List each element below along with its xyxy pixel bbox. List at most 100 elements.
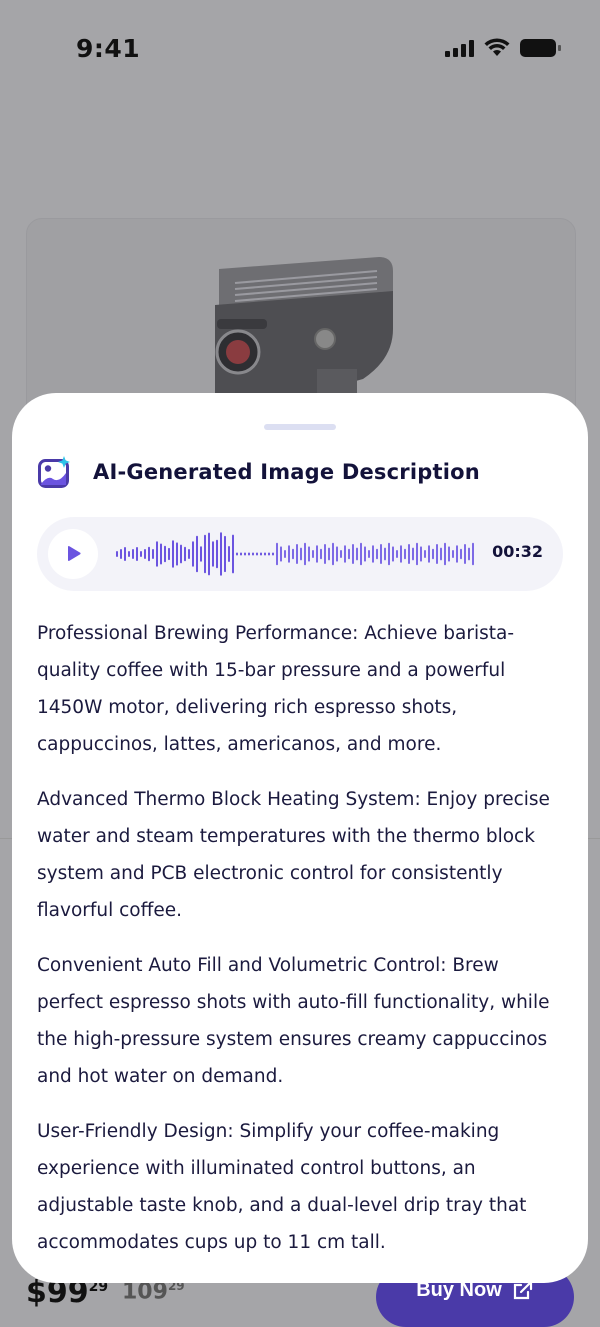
waveform-bar xyxy=(264,552,266,556)
waveform-bar xyxy=(396,550,398,558)
waveform-bar xyxy=(296,544,298,564)
waveform-bar xyxy=(224,535,226,573)
description-text: Professional Brewing Performance: Achiev… xyxy=(37,615,565,1279)
status-time: 9:41 xyxy=(76,34,141,63)
waveform-bar xyxy=(176,542,178,566)
waveform-bar xyxy=(188,549,190,559)
waveform-bar xyxy=(384,547,386,561)
waveform-bar xyxy=(124,547,126,561)
waveform-bar xyxy=(192,541,194,567)
waveform-bar xyxy=(312,550,314,558)
sheet-drag-handle[interactable] xyxy=(264,424,336,430)
waveform-bar xyxy=(184,546,186,562)
sheet-title: AI-Generated Image Description xyxy=(93,460,480,484)
waveform-bar xyxy=(464,544,466,564)
waveform-bar xyxy=(348,548,350,560)
waveform-bar xyxy=(340,550,342,558)
waveform-bar xyxy=(336,546,338,562)
waveform-bar xyxy=(280,546,282,562)
waveform-bar xyxy=(304,542,306,566)
waveform-bar xyxy=(220,532,222,576)
waveform-bar xyxy=(268,552,270,556)
waveform-bar xyxy=(360,542,362,566)
waveform-bar xyxy=(420,546,422,562)
waveform-bar xyxy=(140,551,142,557)
waveform-bar xyxy=(436,544,438,564)
description-paragraph: User-Friendly Design: Simplify your coff… xyxy=(37,1121,527,1253)
waveform-bar xyxy=(472,542,474,566)
waveform-bar xyxy=(356,547,358,561)
waveform-bar xyxy=(460,548,462,560)
waveform-bar xyxy=(168,547,170,561)
waveform-bar xyxy=(196,535,198,573)
waveform-bar xyxy=(300,547,302,561)
waveform-bar xyxy=(352,544,354,564)
waveform-bar xyxy=(236,552,238,556)
waveform-bar xyxy=(152,549,154,559)
waveform-bar xyxy=(400,545,402,563)
waveform-bar xyxy=(432,548,434,560)
sheet-header: AI-Generated Image Description xyxy=(38,455,480,489)
waveform-bar xyxy=(260,552,262,556)
image-description-sheet: AI-Generated Image Description 00:32 Pro… xyxy=(12,393,588,1283)
waveform-bar xyxy=(424,550,426,558)
waveform-bar xyxy=(136,547,138,561)
status-bar: 9:41 xyxy=(0,0,600,100)
wifi-icon xyxy=(484,38,510,56)
waveform-bar xyxy=(116,551,118,557)
buy-now-label: Buy Now xyxy=(416,1279,502,1301)
waveform-bar xyxy=(180,544,182,564)
waveform-bar xyxy=(144,549,146,559)
waveform-bar xyxy=(292,548,294,560)
status-icons xyxy=(445,38,561,57)
waveform-bar xyxy=(308,546,310,562)
audio-waveform[interactable] xyxy=(116,530,476,578)
waveform-bar xyxy=(284,550,286,558)
waveform-bar xyxy=(240,552,242,556)
waveform-bar xyxy=(128,551,130,557)
waveform-bar xyxy=(120,549,122,559)
play-icon xyxy=(68,545,81,562)
waveform-bar xyxy=(428,545,430,563)
waveform-bar xyxy=(388,542,390,566)
waveform-bar xyxy=(248,552,250,556)
waveform-bar xyxy=(440,547,442,561)
waveform-bar xyxy=(392,546,394,562)
waveform-bar xyxy=(416,542,418,566)
waveform-bar xyxy=(468,547,470,561)
waveform-bar xyxy=(372,545,374,563)
waveform-bar xyxy=(216,539,218,569)
description-paragraph: Advanced Thermo Block Heating System: En… xyxy=(37,789,550,921)
waveform-bar xyxy=(368,550,370,558)
waveform-bar xyxy=(456,545,458,563)
waveform-bar xyxy=(324,544,326,564)
waveform-bar xyxy=(328,547,330,561)
waveform-bar xyxy=(212,541,214,567)
waveform-bar xyxy=(252,552,254,556)
waveform-bar xyxy=(412,547,414,561)
waveform-bar xyxy=(208,532,210,576)
waveform-bar xyxy=(452,550,454,558)
audio-player: 00:32 xyxy=(37,517,563,591)
waveform-bar xyxy=(404,548,406,560)
waveform-bar xyxy=(332,542,334,566)
waveform-bar xyxy=(256,552,258,556)
waveform-bar xyxy=(376,548,378,560)
battery-icon xyxy=(520,38,561,57)
waveform-bar xyxy=(276,542,278,566)
waveform-bar xyxy=(164,545,166,563)
waveform-bar xyxy=(244,552,246,556)
ai-image-icon xyxy=(38,456,70,488)
play-button[interactable] xyxy=(48,529,98,579)
cellular-signal-icon xyxy=(445,39,474,57)
waveform-bar xyxy=(228,545,230,563)
waveform-bar xyxy=(448,546,450,562)
waveform-bar xyxy=(408,544,410,564)
waveform-bar xyxy=(132,549,134,559)
waveform-bar xyxy=(288,545,290,563)
audio-duration: 00:32 xyxy=(492,542,543,561)
waveform-bar xyxy=(160,543,162,565)
waveform-bar xyxy=(200,546,202,562)
waveform-bar xyxy=(272,552,274,556)
waveform-bar xyxy=(148,546,150,562)
